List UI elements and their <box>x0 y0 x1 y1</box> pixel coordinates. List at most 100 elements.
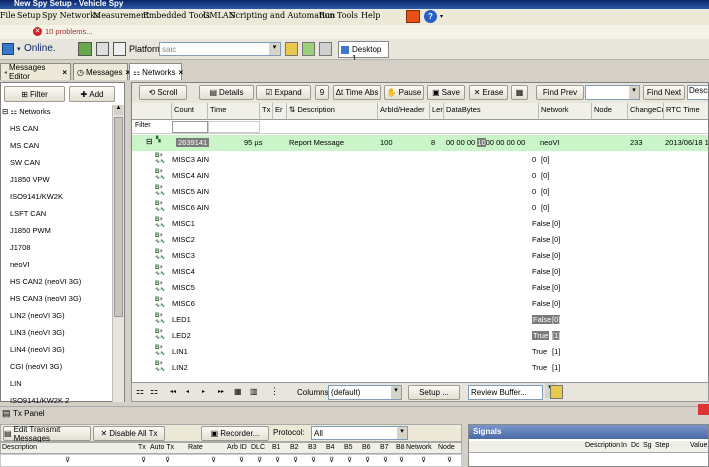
col-changecnt[interactable]: ChangeCnt <box>628 103 664 120</box>
problems-link[interactable]: 10 problems... <box>45 27 93 36</box>
filter-icon[interactable]: ⊽ <box>365 456 370 464</box>
setup-button[interactable]: Setup ... <box>408 385 460 400</box>
tree-item[interactable]: SW CAN <box>10 158 40 167</box>
col-databytes[interactable]: DataBytes <box>444 103 539 120</box>
find-field-select[interactable]: Descri <box>687 85 708 100</box>
online-status[interactable]: Online. <box>24 43 56 54</box>
platform-select[interactable]: saic ▾ <box>159 42 281 56</box>
filter-icon[interactable]: ⊽ <box>383 456 388 464</box>
dropdown-arrow-icon[interactable]: ▾ <box>440 13 443 20</box>
next-icon[interactable]: ▸ <box>202 388 205 395</box>
count-filter-input[interactable] <box>172 121 208 133</box>
document-icon[interactable] <box>113 42 126 56</box>
tree-item[interactable]: MS CAN <box>10 141 39 150</box>
close-icon[interactable]: × <box>62 68 67 77</box>
filter-button[interactable]: ⊞ Filter <box>4 86 65 102</box>
col-arbid[interactable]: ArbId/Header <box>378 103 430 120</box>
signal-row[interactable]: B+ ∿∿ MISC2 False [0] <box>132 232 708 248</box>
message-row[interactable]: ⊟ ▚ 2639141 95 µs Report Message 100 8 0… <box>132 135 708 151</box>
tree-item[interactable]: HS CAN2 (neoVI 3G) <box>10 277 81 286</box>
signal-row[interactable]: B+ ∿∿ LED2 True [1] <box>132 328 708 344</box>
review-buffer-select[interactable]: Review Buffer... <box>468 385 543 400</box>
col-description[interactable]: ⇅ Description <box>287 103 378 120</box>
filter-icon[interactable]: ⊽ <box>65 456 70 464</box>
menu-run[interactable]: Run <box>319 11 335 20</box>
collapse-icon[interactable]: ⊟ <box>146 137 153 146</box>
filter-icon[interactable]: ⊽ <box>275 456 280 464</box>
find-input[interactable]: ▾ <box>585 85 640 100</box>
menu-measurement[interactable]: Measurement <box>93 11 149 20</box>
tree-item[interactable]: J1850 VPW <box>10 175 50 184</box>
filter-icon[interactable]: ⊽ <box>239 456 244 464</box>
tree-item[interactable]: LIN4 (neoVI 3G) <box>10 345 65 354</box>
signal-row[interactable]: B+ ∿∿ MISC5 AIN 0 [0] <box>132 184 708 200</box>
save-icon[interactable] <box>302 42 315 56</box>
chart-icon[interactable]: ▥ <box>250 387 258 396</box>
signal-row[interactable]: B+ ∿∿ MISC3 False [0] <box>132 248 708 264</box>
count-button[interactable]: 9 <box>315 85 329 100</box>
erase-button[interactable]: ✕ Erase <box>469 85 508 100</box>
filter-icon[interactable]: ⊽ <box>347 456 352 464</box>
find-next-button[interactable]: Find Next <box>643 85 685 100</box>
col-rtc-time[interactable]: RTC Time <box>664 103 708 120</box>
filter-icon[interactable]: ⊽ <box>421 456 426 464</box>
find-prev-button[interactable]: Find Prev <box>536 85 584 100</box>
close-icon[interactable] <box>698 404 709 415</box>
menu-spy-networks[interactable]: Spy Networks <box>42 11 99 20</box>
network-view-icon[interactable]: ⚏ <box>136 386 144 397</box>
clipboard-button[interactable]: ▦ <box>511 85 528 100</box>
filter-icon[interactable]: ⊽ <box>399 456 404 464</box>
tree-item[interactable]: HS CAN3 (neoVI 3G) <box>10 294 81 303</box>
menu-embedded-tools[interactable]: Embedded Tools <box>143 11 210 20</box>
details-button[interactable]: ▤ Details <box>199 85 254 100</box>
signal-row[interactable]: B+ ∿∿ MISC4 AIN 0 [0] <box>132 168 708 184</box>
signal-row[interactable]: B+ ∿∿ MISC4 False [0] <box>132 264 708 280</box>
signal-row[interactable]: B+ ∿∿ MISC6 False [0] <box>132 296 708 312</box>
network-view2-icon[interactable]: ⚏ <box>150 386 158 397</box>
expand-checkbox[interactable]: ☑ Expand <box>256 85 311 100</box>
menu-tools[interactable]: Tools <box>337 11 358 20</box>
scroll-thumb[interactable] <box>114 117 123 317</box>
filter-icon[interactable]: ⊽ <box>293 456 298 464</box>
close-icon[interactable]: × <box>179 68 184 77</box>
last-icon[interactable]: ▸▸ <box>218 388 224 395</box>
tree-item[interactable]: LIN3 (neoVI 3G) <box>10 328 65 337</box>
tree-root[interactable]: ⊟ ⚏ Networks <box>2 107 50 116</box>
filter-icon[interactable]: ⊽ <box>447 456 452 464</box>
tab-desktop-1[interactable]: Desktop 1 <box>338 41 389 63</box>
time-abs-button[interactable]: Δt Time Abs <box>333 85 381 100</box>
filter-icon[interactable]: ⊽ <box>329 456 334 464</box>
col-count[interactable]: Count <box>172 103 208 120</box>
signal-row[interactable]: B+ ∿∿ MISC5 False [0] <box>132 280 708 296</box>
monitor-icon[interactable] <box>2 43 14 55</box>
tree-item[interactable]: ISO9141/KW2K 2 <box>10 396 69 405</box>
prev-icon[interactable]: ◂ <box>186 388 189 395</box>
tree-scrollbar[interactable]: ▲ <box>112 105 124 402</box>
signal-row[interactable]: B+ ∿∿ LIN1 True [1] <box>132 344 708 360</box>
folder-icon[interactable] <box>285 42 298 56</box>
help-icon[interactable]: ? <box>424 10 437 23</box>
columns-select[interactable]: (default) ▾ <box>328 385 402 400</box>
recorder-button[interactable]: ▣ Recorder... <box>201 426 269 441</box>
tree-item[interactable]: CGI (neoVI 3G) <box>10 362 62 371</box>
save-button[interactable]: ▣ Save <box>427 85 465 100</box>
menu-help[interactable]: Help <box>361 11 380 20</box>
tab-messages[interactable]: ◷ Messages × <box>73 63 130 80</box>
menu-setup[interactable]: Setup <box>17 11 41 20</box>
pause-button[interactable]: ✋ Pause <box>384 85 424 100</box>
edit-transmit-button[interactable]: ▤ Edit Transmit Messages <box>3 425 91 443</box>
tree-item[interactable]: neoVI <box>10 260 30 269</box>
filter-icon[interactable]: ⊽ <box>311 456 316 464</box>
signal-row[interactable]: B+ ∿∿ LIN2 True [1] <box>132 360 708 376</box>
filter-icon[interactable]: ⊽ <box>165 456 170 464</box>
chevron-down-icon[interactable]: ▾ <box>397 427 407 439</box>
filter-icon[interactable]: ⊽ <box>211 456 216 464</box>
grid-icon[interactable]: ▦ <box>234 387 242 396</box>
app-icon[interactable] <box>406 10 420 23</box>
col-time[interactable]: Time <box>208 103 260 120</box>
tree-item[interactable]: LIN2 (neoVI 3G) <box>10 311 65 320</box>
filter-icon[interactable]: ⊽ <box>141 456 146 464</box>
signal-row[interactable]: B+ ∿∿ MISC6 AIN 0 [0] <box>132 200 708 216</box>
filter-icon[interactable]: ⊽ <box>257 456 262 464</box>
signal-row[interactable]: B+ ∿∿ MISC1 False [0] <box>132 216 708 232</box>
